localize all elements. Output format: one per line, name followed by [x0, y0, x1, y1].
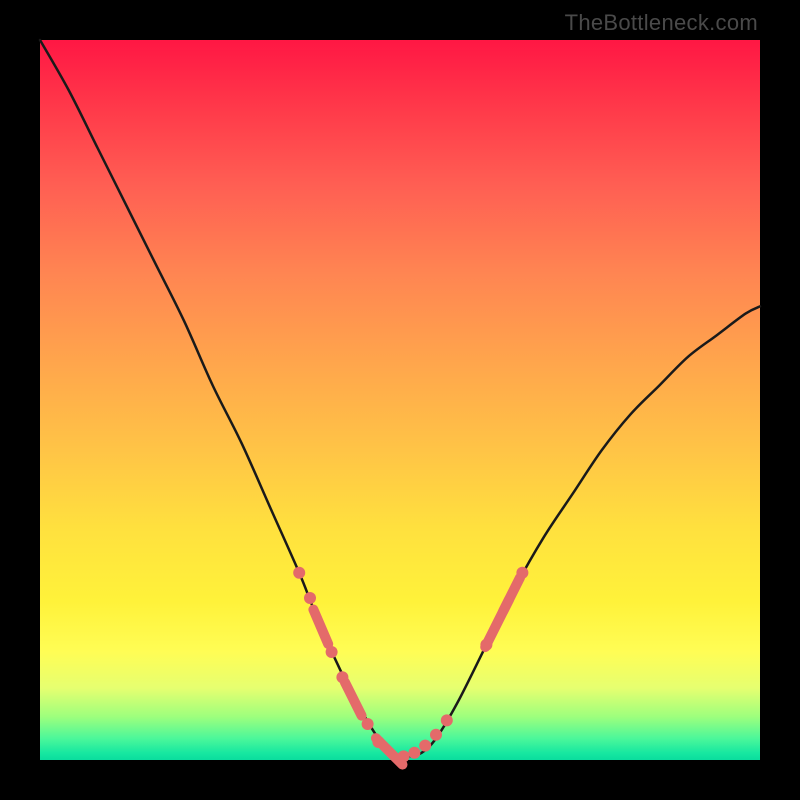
curve-marker-bar	[307, 603, 335, 651]
curve-marker-dot	[304, 592, 316, 604]
curve-marker-dot	[293, 567, 305, 579]
curve-marker-dot	[419, 740, 431, 752]
curve-marker-dot	[441, 714, 453, 726]
curve-markers	[293, 567, 528, 772]
curve-marker-dot	[362, 718, 374, 730]
bottleneck-curve	[40, 40, 760, 756]
curve-marker-dot	[326, 646, 338, 658]
plot-area	[40, 40, 760, 760]
watermark-text: TheBottleneck.com	[565, 10, 758, 36]
curve-marker-dot	[516, 567, 528, 579]
curve-svg	[40, 40, 760, 760]
curve-marker-bar	[338, 675, 368, 722]
curve-marker-dot	[408, 747, 420, 759]
chart-frame: TheBottleneck.com	[0, 0, 800, 800]
curve-marker-dot	[430, 729, 442, 741]
curve-marker-dot	[398, 750, 410, 762]
